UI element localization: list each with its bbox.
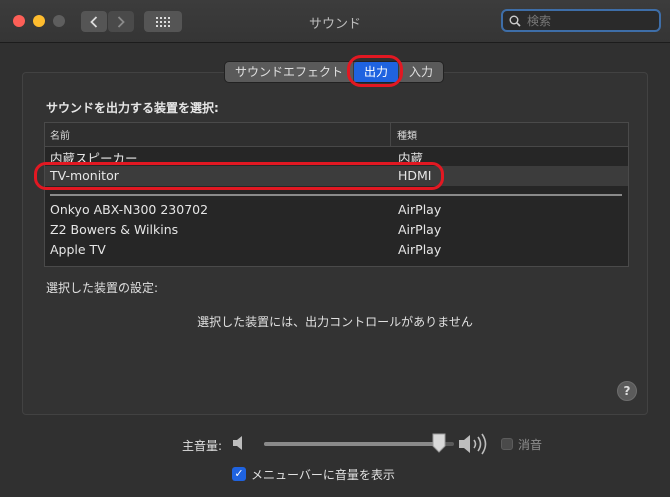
column-divider [390, 123, 391, 146]
device-name: TV-monitor [50, 168, 119, 183]
mute-label: 消音 [518, 438, 543, 452]
device-name: Apple TV [50, 242, 106, 257]
speaker-high-icon [459, 433, 487, 455]
device-type: AirPlay [398, 242, 442, 257]
device-row-builtin-speakers[interactable]: 内蔵スピーカー 内蔵 [45, 146, 628, 166]
device-type: HDMI [398, 168, 432, 183]
device-row-z2-bowers-wilkins[interactable]: Z2 Bowers & Wilkins AirPlay [45, 220, 628, 240]
device-name: Onkyo ABX-N300 230702 [50, 202, 209, 217]
help-button[interactable]: ? [617, 381, 637, 401]
sound-preferences-window: サウンド サウンドを出力する装置を選択: 名前 種類 内蔵スピーカー 内蔵 TV… [0, 0, 670, 497]
tab-bar: サウンドエフェクト 出力 入力 [225, 62, 444, 82]
show-volume-in-menubar-label: メニューバーに音量を表示 [251, 468, 395, 482]
device-name: 内蔵スピーカー [50, 151, 138, 166]
device-row-onkyo[interactable]: Onkyo ABX-N300 230702 AirPlay [45, 200, 628, 220]
column-header-name[interactable]: 名前 [50, 127, 70, 142]
column-header-type[interactable]: 種類 [397, 127, 417, 142]
list-separator [50, 194, 622, 196]
mute-checkbox[interactable] [501, 438, 513, 450]
speaker-low-icon [233, 436, 242, 450]
search-icon [509, 15, 521, 27]
device-settings-label: 選択した装置の設定: [46, 281, 159, 295]
search-field[interactable] [501, 9, 661, 32]
volume-slider[interactable] [264, 442, 454, 446]
output-section-title: サウンドを出力する装置を選択: [46, 101, 219, 115]
device-name: Z2 Bowers & Wilkins [50, 222, 179, 237]
device-type: AirPlay [398, 222, 442, 237]
volume-slider-fill [264, 442, 439, 446]
table-header: 名前 種類 [45, 123, 628, 147]
tab-output[interactable]: 出力 [354, 62, 400, 82]
show-volume-in-menubar-checkbox[interactable]: ✓ [232, 467, 246, 481]
output-panel: サウンドを出力する装置を選択: 名前 種類 内蔵スピーカー 内蔵 TV-moni… [22, 72, 648, 415]
no-controls-message: 選択した装置には、出力コントロールがありません [197, 315, 473, 329]
tab-input[interactable]: 入力 [399, 62, 443, 82]
device-type: AirPlay [398, 202, 442, 217]
device-type: 内蔵 [398, 151, 424, 166]
output-device-table[interactable]: 名前 種類 内蔵スピーカー 内蔵 TV-monitor HDMI Onkyo A… [44, 122, 629, 267]
search-input[interactable] [525, 12, 649, 29]
device-row-apple-tv[interactable]: Apple TV AirPlay [45, 240, 628, 260]
volume-slider-knob[interactable] [432, 433, 446, 453]
output-volume-label: 主音量: [182, 439, 223, 453]
device-row-tv-monitor[interactable]: TV-monitor HDMI [45, 166, 628, 186]
title-bar: サウンド [0, 0, 670, 43]
tab-sound-effects[interactable]: サウンドエフェクト [225, 62, 355, 82]
